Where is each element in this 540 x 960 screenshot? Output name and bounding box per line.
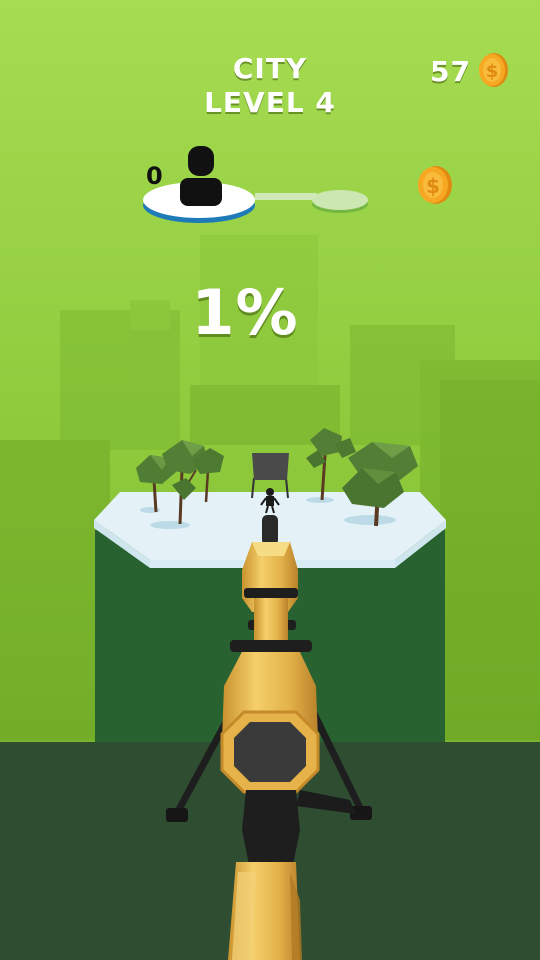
player-score: 0 xyxy=(146,162,163,190)
svg-text:$: $ xyxy=(426,174,440,198)
dollar-coin-icon: $ xyxy=(479,53,508,87)
level-title: LEVEL 4 xyxy=(204,86,336,119)
coin-count: 57 xyxy=(430,55,471,88)
svg-text:$: $ xyxy=(486,61,499,82)
game-scene xyxy=(0,0,540,960)
player-silhouette-icon xyxy=(180,146,222,206)
hit-percent: 1% xyxy=(191,276,299,349)
dollar-coin-icon[interactable]: $ xyxy=(416,164,454,206)
